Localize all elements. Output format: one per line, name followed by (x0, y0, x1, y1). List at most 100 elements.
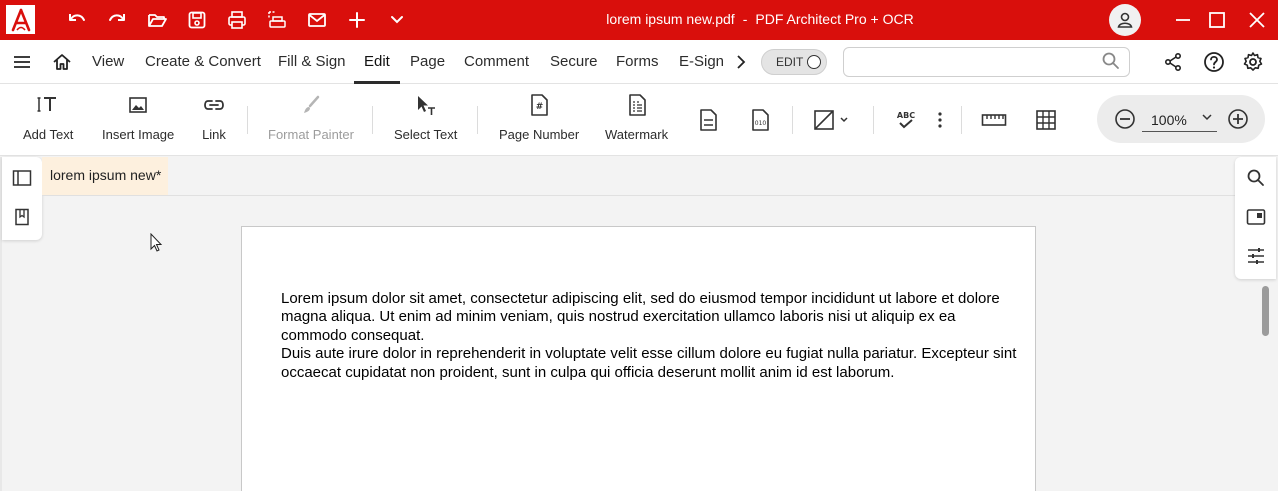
ribbon-separator (477, 106, 478, 134)
page-number-icon: # (527, 92, 551, 118)
page-number-label: Page Number (499, 127, 580, 142)
ribbon-separator (247, 106, 248, 134)
page-number-button[interactable]: # Page Number (499, 92, 579, 148)
menu-view[interactable]: View (92, 53, 124, 70)
add-text-button[interactable]: Add Text (23, 92, 73, 148)
document-tab-label: lorem ipsum new* (50, 167, 162, 183)
print-icon[interactable] (225, 8, 249, 32)
menu-bar: View Create & Convert Fill & Sign Edit P… (0, 40, 1278, 84)
bates-numbering-icon[interactable]: 010 (747, 107, 773, 133)
link-label: Link (202, 127, 226, 142)
zoom-control: 100% (1097, 95, 1265, 143)
ruler-icon[interactable] (981, 107, 1007, 133)
app-name: PDF Architect Pro + OCR (755, 11, 914, 27)
thumbnails-panel-icon[interactable] (12, 168, 32, 188)
search-icon[interactable] (1101, 51, 1123, 73)
brush-icon (299, 92, 323, 118)
pdf-architect-window: lorem ipsum new.pdf - PDF Architect Pro + … (0, 0, 1278, 491)
home-icon[interactable] (51, 51, 73, 73)
find-search-icon[interactable] (1245, 167, 1267, 189)
select-text-cursor-icon (414, 92, 438, 118)
insert-image-label: Insert Image (102, 127, 175, 142)
zoom-chevron-down-icon[interactable] (1200, 110, 1214, 124)
watermark-button[interactable]: Watermark (605, 92, 668, 148)
zoom-value: 100% (1151, 112, 1187, 128)
svg-text:#: # (536, 102, 544, 112)
add-text-icon (36, 92, 60, 118)
share-icon[interactable] (1162, 51, 1184, 73)
page-text-block[interactable]: Lorem ipsum dolor sit amet, consectetur … (281, 290, 1021, 382)
close-icon[interactable] (1245, 8, 1269, 32)
edit-toggle-label: EDIT (776, 55, 804, 69)
maximize-icon[interactable] (1205, 8, 1229, 32)
search-input[interactable] (843, 47, 1130, 77)
add-text-label: Add Text (23, 127, 74, 142)
menu-page[interactable]: Page (410, 53, 445, 70)
file-name: lorem ipsum new.pdf (606, 11, 735, 27)
properties-sliders-icon[interactable] (1245, 245, 1267, 267)
ribbon-separator (961, 106, 962, 134)
add-icon[interactable] (345, 8, 369, 32)
zoom-out-icon[interactable] (1113, 107, 1137, 131)
pdf-page: Lorem ipsum dolor sit amet, consectetur … (241, 226, 1036, 491)
select-text-button[interactable]: Select Text (394, 92, 457, 148)
zoom-in-icon[interactable] (1226, 107, 1250, 131)
right-side-panel (1235, 157, 1276, 279)
menu-secure[interactable]: Secure (550, 53, 598, 70)
help-icon[interactable] (1203, 51, 1225, 73)
bookmarks-panel-icon[interactable] (12, 207, 32, 227)
left-side-panel (2, 157, 42, 240)
save-icon[interactable] (185, 8, 209, 32)
edit-mode-toggle[interactable]: EDIT (761, 49, 827, 75)
format-painter-label: Format Painter (268, 127, 354, 142)
menu-comment[interactable]: Comment (464, 53, 529, 70)
app-logo-icon[interactable] (6, 5, 35, 34)
email-icon[interactable] (305, 8, 329, 32)
scan-icon[interactable] (265, 8, 289, 32)
watermark-icon (625, 92, 649, 118)
user-avatar-icon[interactable] (1109, 4, 1141, 36)
title-separator: - (742, 11, 748, 27)
more-options-icon[interactable] (927, 107, 953, 133)
header-footer-icon[interactable] (695, 107, 721, 133)
minimize-icon[interactable] (1171, 8, 1195, 32)
image-icon (126, 92, 150, 118)
open-folder-icon[interactable] (145, 8, 169, 32)
link-button[interactable]: Link (202, 92, 226, 148)
customize-toolbar-chevron-down-icon[interactable] (385, 8, 409, 32)
window-title: lorem ipsum new.pdf - PDF Architect Pro + … (540, 11, 980, 27)
svg-text:ABC: ABC (897, 111, 915, 120)
page-view-panel-icon[interactable] (1245, 206, 1267, 228)
menu-scroll-right-chevron-icon[interactable] (730, 51, 752, 73)
menu-create-convert[interactable]: Create & Convert (145, 53, 261, 70)
title-bar: lorem ipsum new.pdf - PDF Architect Pro + … (0, 0, 1278, 40)
toggle-knob (807, 55, 821, 69)
link-icon (202, 92, 226, 118)
menu-edit[interactable]: Edit (364, 53, 390, 70)
paragraph-2: Duis aute irure dolor in reprehenderit i… (281, 345, 1017, 381)
menu-forms[interactable]: Forms (616, 53, 659, 70)
ribbon-separator (792, 106, 793, 134)
ribbon-separator (873, 106, 874, 134)
ribbon-separator (372, 106, 373, 134)
svg-text:010: 010 (755, 120, 767, 127)
grid-icon[interactable] (1033, 107, 1059, 133)
mouse-cursor-icon (150, 232, 164, 253)
select-text-label: Select Text (394, 127, 458, 142)
hamburger-menu-icon[interactable] (11, 51, 33, 73)
tab-divider (42, 195, 1235, 196)
insert-image-button[interactable]: Insert Image (102, 92, 174, 148)
menu-fill-sign[interactable]: Fill & Sign (278, 53, 346, 70)
document-tab[interactable]: lorem ipsum new* (42, 157, 168, 195)
vertical-scrollbar-thumb[interactable] (1262, 286, 1269, 336)
undo-icon[interactable] (65, 8, 89, 32)
settings-gear-icon[interactable] (1242, 51, 1264, 73)
redaction-dropdown-icon[interactable] (812, 107, 852, 133)
format-painter-button[interactable]: Format Painter (268, 92, 354, 148)
watermark-label: Watermark (605, 127, 669, 142)
redo-icon[interactable] (105, 8, 129, 32)
paragraph-1: Lorem ipsum dolor sit amet, consectetur … (281, 290, 1000, 344)
edit-ribbon: Add Text Insert Image Link Format Painte… (0, 84, 1278, 156)
menu-e-sign[interactable]: E-Sign (679, 53, 724, 70)
spell-check-icon[interactable]: ABC (893, 107, 919, 133)
